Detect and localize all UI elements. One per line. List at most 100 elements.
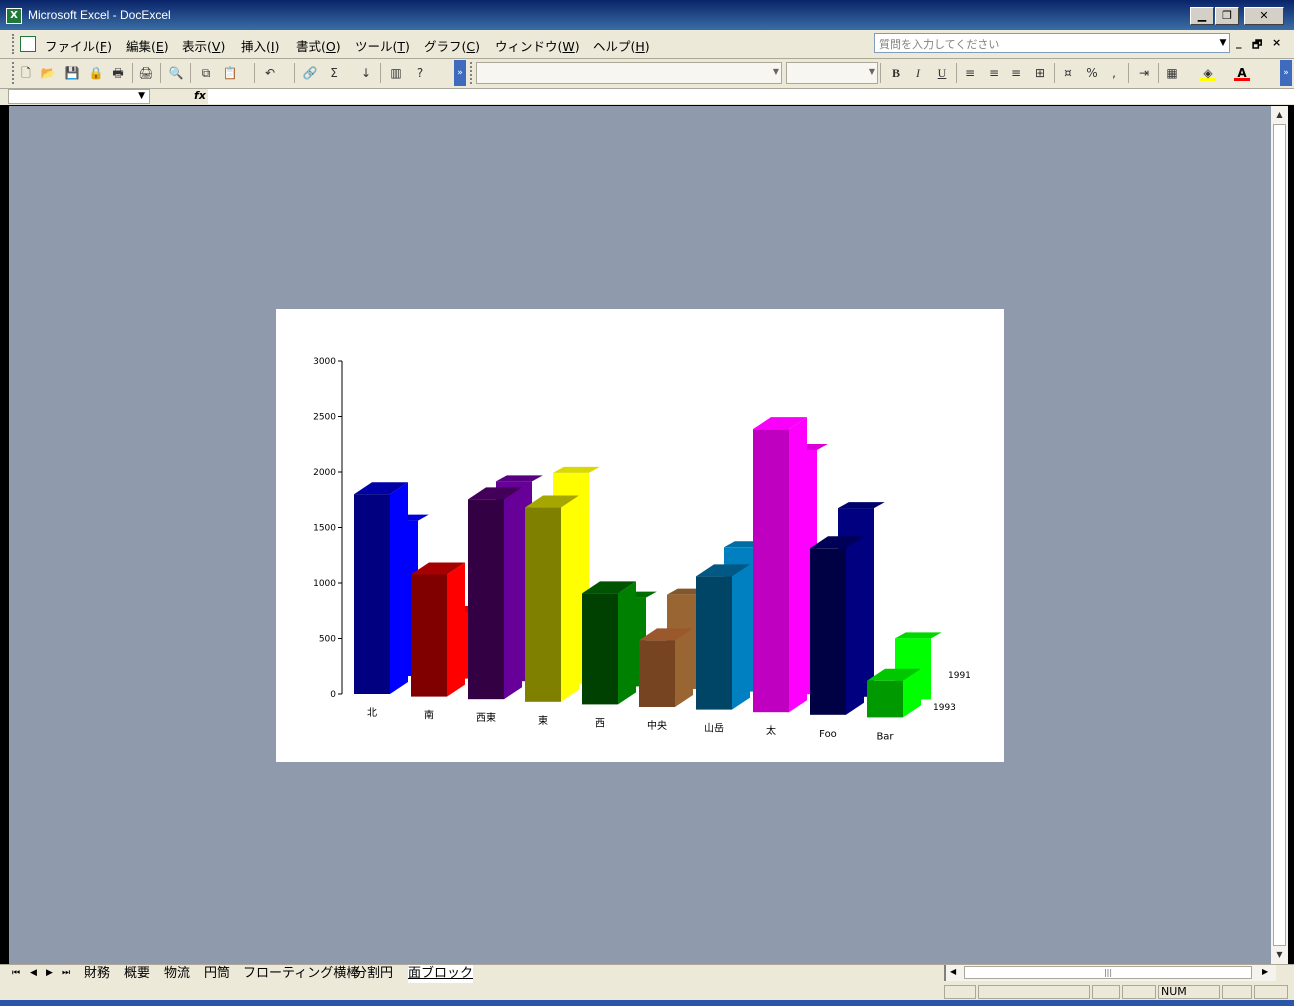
sheet-tab-zaimu[interactable]: 財務	[84, 965, 110, 983]
align-right-icon[interactable]: ≡	[1008, 65, 1024, 81]
chart-wizard-icon[interactable]: ▥	[388, 65, 404, 81]
permission-icon[interactable]: 🔒	[88, 65, 104, 81]
x-category-label: 山岳	[704, 723, 724, 735]
ask-question-input[interactable]: 質問を入力してください	[874, 33, 1230, 53]
italic-icon[interactable]: I	[910, 65, 926, 81]
standard-toolbar-grip-icon[interactable]	[12, 62, 17, 84]
formula-input[interactable]	[208, 89, 1294, 104]
bar-1993	[525, 507, 561, 702]
autosum-icon[interactable]: Σ	[326, 65, 342, 81]
sheet-tab-butsuryu[interactable]: 物流	[164, 965, 190, 983]
align-left-icon[interactable]: ≡	[962, 65, 978, 81]
menu-help[interactable]: ヘルプ(H)	[593, 36, 650, 55]
save-icon[interactable]: 💾	[64, 65, 80, 81]
chevron-down-icon: ▼	[868, 67, 875, 76]
research-icon[interactable]: 🔍	[168, 65, 184, 81]
y-tick-label: 1500	[313, 524, 336, 534]
sheet-tab-floating-bar[interactable]: フローティング横棒	[243, 965, 359, 983]
close-button[interactable]: ✕	[1244, 7, 1284, 25]
menu-window[interactable]: ウィンドウ(W)	[495, 36, 580, 55]
menu-file[interactable]: ファイル(F)	[45, 36, 112, 55]
y-tick-label: 1000	[313, 579, 336, 589]
print-icon[interactable]: 🖨	[138, 65, 154, 81]
workbook-icon[interactable]	[20, 36, 36, 52]
font-size-combo[interactable]: ▼	[786, 62, 878, 84]
merge-center-icon[interactable]: ⊞	[1032, 65, 1048, 81]
underline-icon[interactable]: U	[934, 65, 950, 81]
doc-minimize-button[interactable]: _	[1236, 36, 1242, 49]
fill-color-icon[interactable]: ◈	[1200, 65, 1216, 81]
menu-format[interactable]: 書式(O)	[296, 36, 341, 55]
sort-icon[interactable]: ↓	[358, 65, 374, 81]
menubar-grip-icon[interactable]	[12, 34, 18, 54]
first-sheet-icon[interactable]: ⏮	[12, 968, 20, 978]
scroll-left-icon[interactable]: ◀	[950, 967, 956, 976]
bar-1993-side	[561, 495, 579, 702]
borders-icon[interactable]: ▦	[1164, 65, 1180, 81]
menu-view[interactable]: 表示(V)	[182, 36, 225, 55]
copy-icon[interactable]: ⧉	[198, 65, 214, 81]
toolbar-options-chevron-icon[interactable]: »	[454, 60, 466, 86]
currency-icon[interactable]: ¤	[1060, 65, 1076, 81]
chevron-down-icon[interactable]: ▼	[138, 91, 145, 101]
toolbar-separator	[880, 63, 881, 83]
scroll-down-icon[interactable]: ▼	[1273, 948, 1286, 962]
print-preview-icon[interactable]: 🖶	[110, 65, 126, 81]
prev-sheet-icon[interactable]: ◀	[30, 968, 37, 978]
help-icon[interactable]: ?	[412, 65, 428, 81]
next-sheet-icon[interactable]: ▶	[46, 968, 53, 978]
toolbar-separator	[956, 63, 957, 83]
open-icon[interactable]: 📂	[40, 65, 56, 81]
insert-function-icon[interactable]: fx	[194, 89, 206, 102]
menu-chart[interactable]: グラフ(C)	[424, 36, 480, 55]
scroll-up-icon[interactable]: ▲	[1273, 108, 1286, 122]
toolbar-separator	[1054, 63, 1055, 83]
align-center-icon[interactable]: ≡	[986, 65, 1002, 81]
restore-button[interactable]: ❐	[1215, 7, 1239, 25]
vertical-scroll-thumb[interactable]	[1273, 124, 1286, 946]
toolbar-separator	[254, 63, 255, 83]
name-box[interactable]: ▼	[8, 89, 150, 104]
status-cell	[978, 985, 1090, 999]
doc-restore-button[interactable]: 🗗	[1252, 36, 1262, 55]
menu-edit[interactable]: 編集(E)	[126, 36, 169, 55]
doc-close-button[interactable]: ×	[1272, 36, 1281, 49]
horizontal-scroll-thumb[interactable]: |||	[964, 966, 1252, 979]
3d-column-chart[interactable]: 0 500 1000 1500 2000 2500 3000 北 南 西東 東 西 中央 山岳 太 Foo Ba…	[276, 309, 1004, 762]
menu-insert[interactable]: 挿入(I)	[241, 36, 279, 55]
vertical-scrollbar[interactable]: ▲ ▼	[1271, 106, 1288, 964]
comma-icon[interactable]: ,	[1106, 65, 1122, 81]
bar-1993	[810, 548, 846, 715]
sheet-tab-gaiyou[interactable]: 概要	[124, 965, 150, 983]
toolbar-separator	[132, 63, 133, 83]
chevron-down-icon: ▼	[772, 67, 779, 76]
bar-1993-side	[390, 482, 408, 694]
ask-question-dropdown-icon[interactable]: ▼	[1216, 33, 1230, 53]
toolbar-options-chevron-icon[interactable]: »	[1280, 60, 1292, 86]
percent-icon[interactable]: %	[1084, 65, 1100, 81]
bar-1993	[867, 680, 903, 718]
font-color-icon[interactable]: A	[1234, 65, 1250, 81]
x-category-label: 西	[595, 718, 605, 729]
sheet-tab-area-block[interactable]: 面ブロック	[408, 965, 474, 983]
undo-icon[interactable]: ↶	[262, 65, 278, 81]
new-icon[interactable]: 🗋	[18, 65, 34, 81]
sheet-tab-split-pie[interactable]: 分割円	[354, 965, 393, 983]
horizontal-scrollbar[interactable]: ◀ ||| ▶	[944, 965, 1276, 981]
paste-icon[interactable]: 📋	[222, 65, 238, 81]
title-bar[interactable]: X Microsoft Excel - DocExcel ▁ ❐ ✕	[0, 0, 1294, 30]
window-title: Microsoft Excel - DocExcel	[28, 8, 171, 22]
menu-tools[interactable]: ツール(T)	[355, 36, 410, 55]
scroll-right-icon[interactable]: ▶	[1262, 967, 1268, 976]
excel-app-icon[interactable]: X	[6, 8, 22, 24]
indent-icon[interactable]: ⇥	[1136, 65, 1152, 81]
minimize-button[interactable]: ▁	[1190, 7, 1214, 25]
formatting-toolbar-grip-icon[interactable]	[470, 62, 475, 84]
bar-1993	[411, 574, 447, 697]
chart-area[interactable]: 0 500 1000 1500 2000 2500 3000 北 南 西東 東 西 中央 山岳 太 Foo Ba…	[276, 309, 1004, 762]
last-sheet-icon[interactable]: ⏭	[62, 968, 70, 978]
bold-icon[interactable]: B	[888, 65, 904, 81]
sheet-tab-entou[interactable]: 円筒	[204, 965, 230, 983]
hyperlink-icon[interactable]: 🔗	[302, 65, 318, 81]
font-name-combo[interactable]: ▼	[476, 62, 782, 84]
